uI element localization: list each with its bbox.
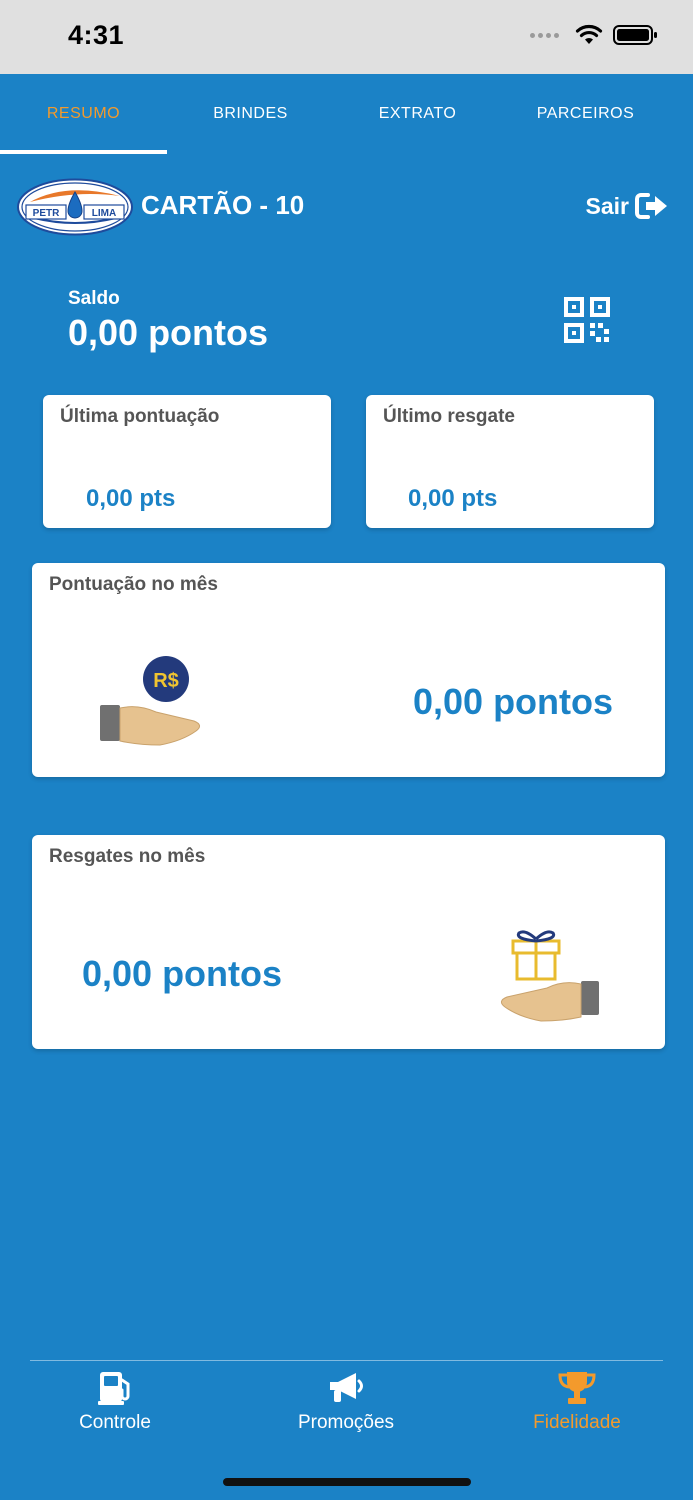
- month-points-label: Pontuação no mês: [49, 574, 218, 595]
- last-redeem-label: Último resgate: [383, 406, 515, 427]
- last-points-value: 0,00 pts: [86, 485, 176, 512]
- signal-icon: [530, 32, 559, 38]
- status-icons: [530, 24, 659, 46]
- qr-code-icon[interactable]: [564, 297, 610, 343]
- balance-label: Saldo: [68, 288, 120, 309]
- petrolima-logo: PETR LIMA: [17, 178, 133, 236]
- status-bar: 4:31: [0, 0, 693, 74]
- last-redeem-card: Último resgate 0,00 pts: [366, 395, 654, 528]
- card-title: CARTÃO - 10: [141, 190, 305, 220]
- logout-button[interactable]: Sair: [586, 192, 669, 220]
- tab-parceiros[interactable]: PARCEIROS: [502, 74, 669, 154]
- svg-text:PETR: PETR: [33, 208, 60, 219]
- last-points-card: Última pontuação 0,00 pts: [43, 395, 331, 528]
- tab-extrato[interactable]: EXTRATO: [334, 74, 501, 154]
- month-redeems-label: Resgates no mês: [49, 846, 206, 867]
- top-tabs: RESUMO BRINDES EXTRATO PARCEIROS: [0, 74, 693, 154]
- month-redeems-value: 0,00 pontos: [82, 953, 283, 994]
- last-points-label: Última pontuação: [60, 406, 220, 427]
- megaphone-icon: [330, 1373, 363, 1402]
- trophy-icon: [558, 1372, 596, 1404]
- balance-value: 0,00 pontos: [68, 312, 269, 353]
- logout-label: Sair: [585, 192, 629, 219]
- tab-brindes[interactable]: BRINDES: [167, 74, 334, 154]
- battery-icon: [613, 25, 657, 45]
- svg-text:LIMA: LIMA: [92, 208, 116, 219]
- nav-controle[interactable]: Controle: [35, 1370, 195, 1434]
- bottom-nav-divider: [30, 1360, 663, 1361]
- nav-fidelidade[interactable]: Fidelidade: [497, 1370, 657, 1434]
- month-redeems-card: Resgates no mês 0,00 pontos: [32, 835, 665, 1049]
- month-points-value: 0,00 pontos: [413, 681, 614, 722]
- hand-coin-icon: R$: [100, 656, 200, 746]
- month-points-card: Pontuação no mês R$ 0,00 pontos: [32, 563, 665, 777]
- nav-fidelidade-label: Fidelidade: [533, 1412, 621, 1433]
- last-redeem-value: 0,00 pts: [408, 485, 498, 512]
- home-indicator[interactable]: [223, 1478, 471, 1486]
- svg-text:R$: R$: [153, 670, 179, 692]
- tab-resumo[interactable]: RESUMO: [0, 74, 167, 154]
- hand-gift-icon: [501, 930, 599, 1022]
- status-time: 4:31: [68, 20, 125, 50]
- nav-promocoes[interactable]: Promoções: [266, 1370, 426, 1434]
- nav-controle-label: Controle: [79, 1412, 151, 1433]
- wifi-icon: [575, 24, 603, 44]
- sign-out-icon: [635, 193, 667, 219]
- fuel-pump-icon: [98, 1372, 130, 1405]
- active-tab-indicator: [0, 150, 167, 154]
- nav-promocoes-label: Promoções: [297, 1412, 395, 1433]
